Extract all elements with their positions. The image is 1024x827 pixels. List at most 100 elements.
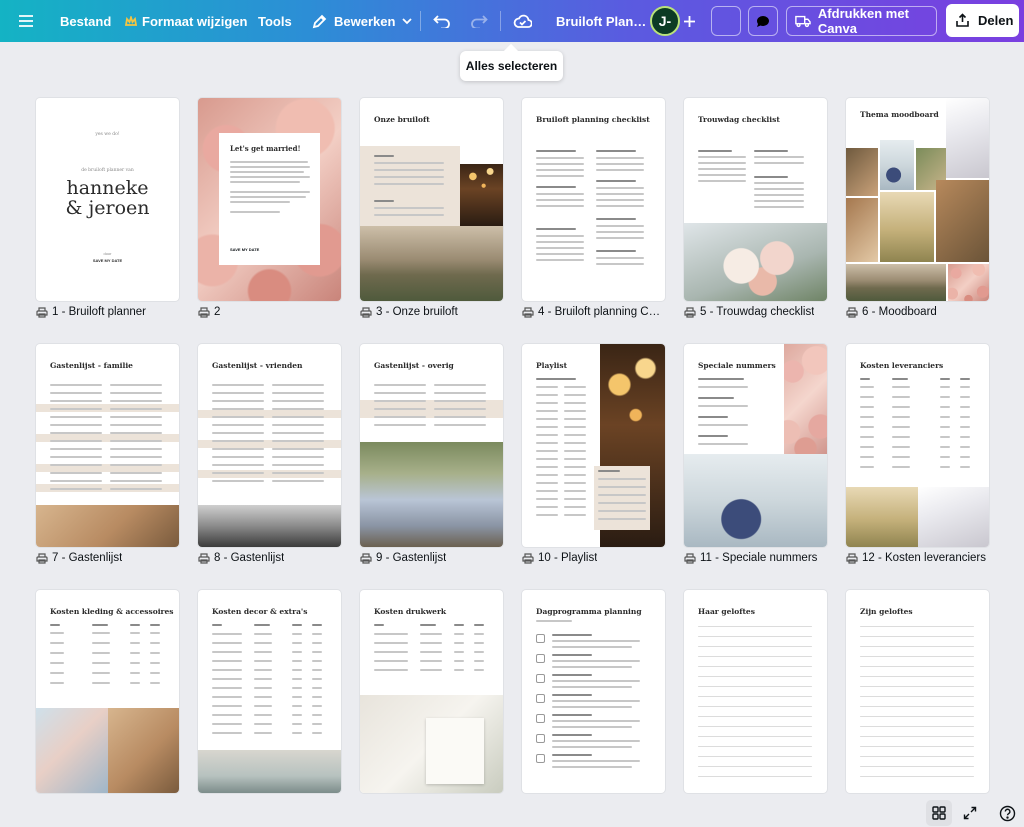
page-thumbnail[interactable]: Dagprogramma planning [522,590,665,793]
text-line [50,408,102,410]
page-card[interactable]: Bruiloft planning checklist 4 - Bruiloft… [522,98,665,318]
page-card[interactable]: Trouwdag checklist 5 - Trouwdag checklis… [684,98,827,318]
text-line [374,200,394,202]
text-line [92,662,110,664]
writing-line [698,746,812,747]
text-line [552,740,640,742]
page-thumbnail[interactable]: Kosten leveranciers [846,344,989,547]
page-thumbnail[interactable]: Bruiloft planning checklist [522,98,665,301]
insights-button[interactable] [711,6,741,36]
text-line [292,678,302,680]
text-line [940,426,950,428]
text-line [552,746,632,748]
avatar[interactable]: J- [650,6,680,36]
text-line [598,502,646,504]
text-line [536,247,584,249]
share-button[interactable]: Delen [946,4,1019,37]
text-line [130,632,140,634]
text-line [254,714,272,716]
page-card[interactable]: Let's get married! SAVE MY DATE 2 [198,98,341,318]
text-line [434,392,486,394]
fullscreen-button[interactable] [957,800,983,826]
page-card[interactable]: Kosten kleding & accessoires [36,590,179,798]
page-thumbnail[interactable]: Kosten drukwerk [360,590,503,793]
redo-button[interactable] [470,0,488,42]
text-line [212,705,242,707]
text-line [454,642,464,644]
page-thumbnail[interactable]: Trouwdag checklist [684,98,827,301]
page-thumbnail[interactable]: Zijn geloftes [846,590,989,793]
text-line [212,633,242,635]
share-upload-icon [956,13,969,27]
page-card[interactable]: Gastenlijst - familie 7 - Gastenlijst [36,344,179,564]
save-status-button[interactable] [513,0,532,42]
print-with-canva-button[interactable]: Afdrukken met Canva [786,6,937,36]
text-line [536,378,576,380]
page-card[interactable]: Kosten drukwerk [360,590,503,798]
text-line [110,464,162,466]
text-line [860,446,874,448]
comments-button[interactable] [748,6,778,36]
text-line [212,687,242,689]
writing-line [860,716,974,717]
page-card[interactable]: Gastenlijst - vrienden 8 - Gastenlijst [198,344,341,564]
page-thumbnail[interactable]: Speciale nummers [684,344,827,547]
page-card[interactable]: Haar geloftes [684,590,827,798]
text-line [150,652,160,654]
printer-icon [684,552,696,564]
text-line [564,394,586,396]
text-line [50,472,102,474]
page-thumbnail[interactable]: Kosten decor & extra's [198,590,341,793]
page-thumbnail[interactable]: Onze bruiloft [360,98,503,301]
text-line [698,405,748,407]
page-thumbnail[interactable]: Playlist [522,344,665,547]
page-card[interactable]: Onze bruiloft 3 - Onze bruiloft [360,98,503,318]
cover-subtitle: de bruiloft planner van [81,168,134,173]
page-card[interactable]: Gastenlijst - overig 9 - Gastenlijst [360,344,503,564]
page-card[interactable]: Kosten decor & extra's [198,590,341,798]
menu-button[interactable] [18,0,34,42]
page-thumbnail[interactable]: Let's get married! SAVE MY DATE [198,98,341,301]
grid-view-button[interactable] [926,800,952,826]
text-line [212,696,242,698]
page-thumbnail[interactable]: yes we do! de bruiloft planner van hanne… [36,98,179,301]
help-button[interactable] [994,800,1020,826]
page-thumbnail[interactable]: Gastenlijst - familie [36,344,179,547]
text-line [474,669,484,671]
text-line [254,732,272,734]
file-menu[interactable]: Bestand [60,0,111,42]
tools-menu[interactable]: Tools [258,0,292,42]
text-line [312,660,322,662]
text-line [536,474,558,476]
page-card[interactable]: Playlist 10 - Playlist [522,344,665,564]
page-card[interactable]: Thema moodboard 6 - Moodboard [846,98,989,318]
text-line [212,660,242,662]
text-line [860,386,874,388]
text-line [212,678,242,680]
page-thumbnail[interactable]: Gastenlijst - vrienden [198,344,341,547]
page-card[interactable]: Zijn geloftes [846,590,989,798]
page-card[interactable]: Dagprogramma planning [522,590,665,798]
resize-menu[interactable]: Formaat wijzigen [125,0,247,42]
text-line [92,652,110,654]
page-card[interactable]: Speciale nummers 11 - Speciale nummers [684,344,827,564]
text-line [374,660,408,662]
page-thumbnail[interactable]: Thema moodboard [846,98,989,301]
editor-toolbar: Bestand Formaat wijzigen Tools Bewerken … [0,0,1024,42]
page-card[interactable]: Kosten leveranciers 12 - Kosten leveranc… [846,344,989,564]
page-thumbnail[interactable]: Gastenlijst - overig [360,344,503,547]
text-line [50,624,60,626]
undo-button[interactable] [433,0,451,42]
text-line [110,416,162,418]
schedule-icon [536,654,545,663]
page-card[interactable]: yes we do! de bruiloft planner van hanne… [36,98,179,318]
text-line [536,199,584,201]
text-line [940,456,950,458]
page-thumbnail[interactable]: Haar geloftes [684,590,827,793]
page-thumbnail[interactable]: Kosten kleding & accessoires [36,590,179,793]
edit-menu[interactable]: Bewerken [312,0,413,42]
text-line [50,392,102,394]
document-title[interactable]: Bruiloft Plan… [556,0,646,42]
text-line [420,669,442,671]
add-collaborator-button[interactable] [683,0,696,42]
